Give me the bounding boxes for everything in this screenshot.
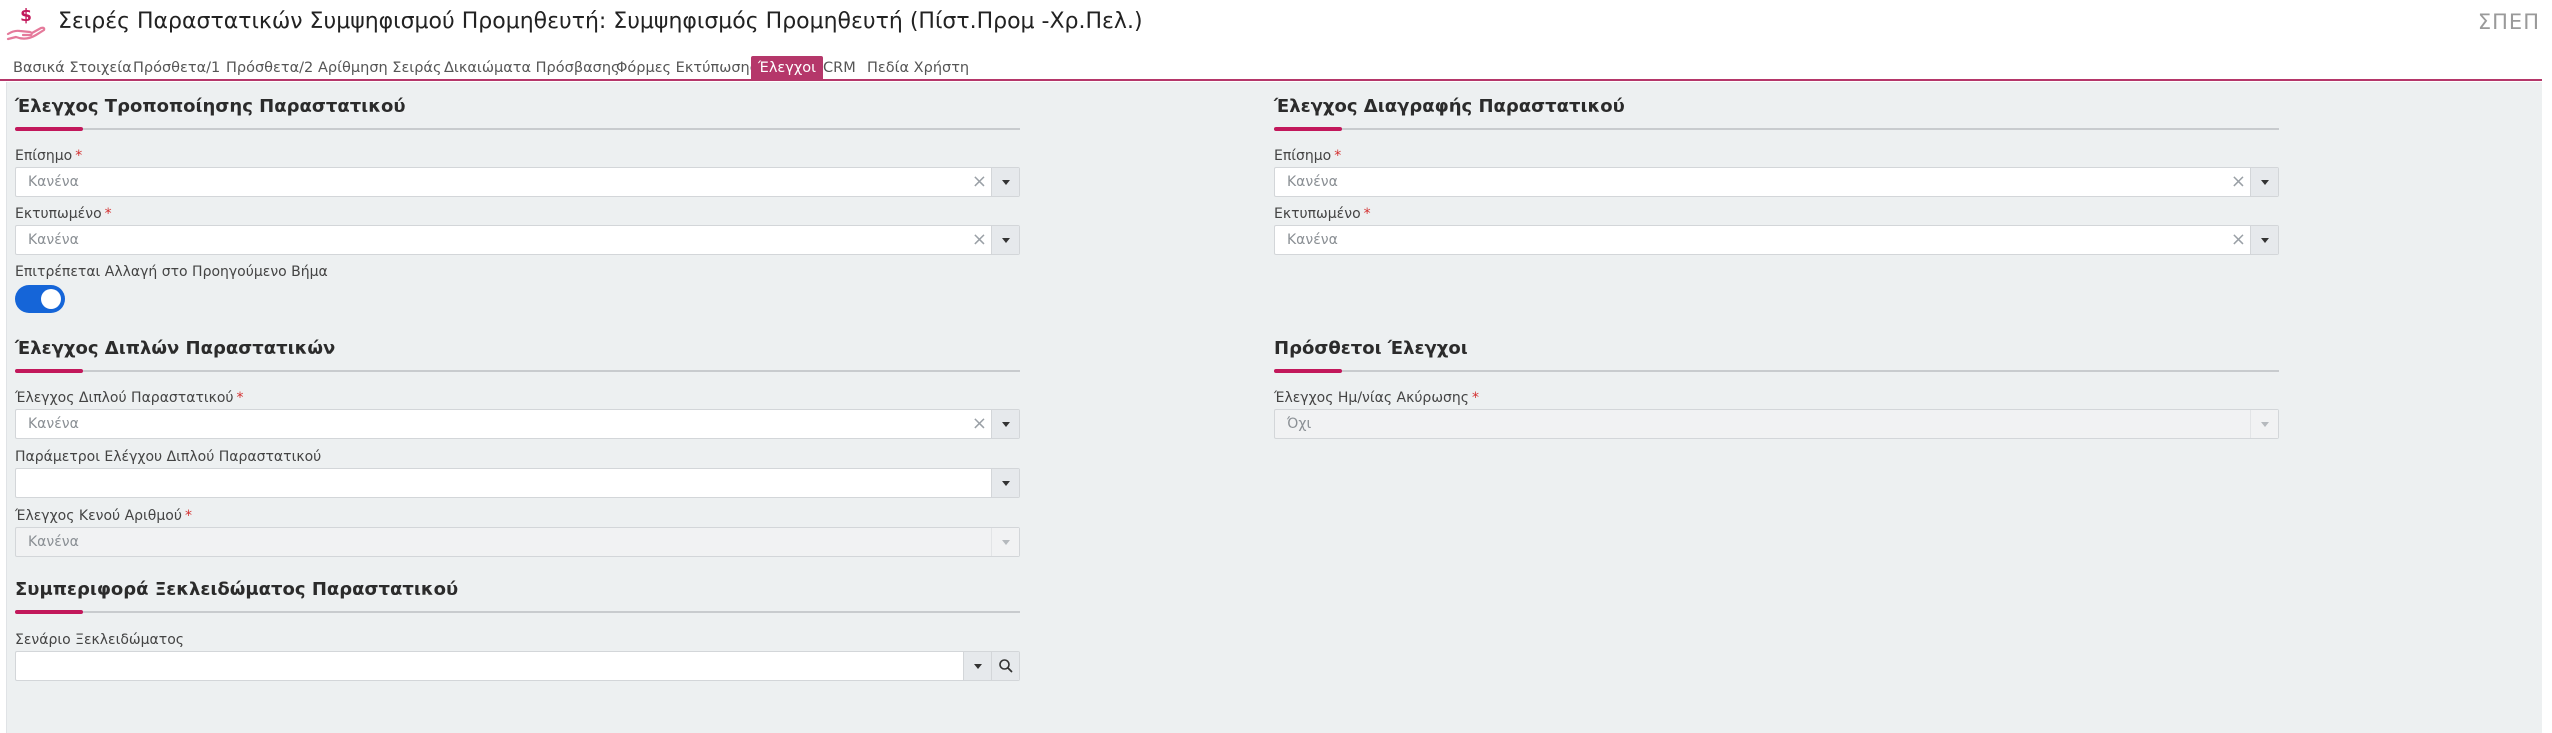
- section-title: Έλεγχος Διαγραφής Παραστατικού: [1274, 96, 1625, 117]
- tab-print-forms[interactable]: Φόρμες Εκτύπωσης: [613, 56, 761, 81]
- required-marker: *: [236, 390, 244, 406]
- section-delete-check: Έλεγχος Διαγραφής Παραστατικού: [1274, 96, 2279, 131]
- tab-access-rights[interactable]: Δικαιώματα Πρόσβασης: [441, 56, 623, 81]
- clear-icon[interactable]: ×: [972, 413, 987, 434]
- org-code: ΣΠΕΠ: [2477, 10, 2540, 34]
- page-header: $ Σειρές Παραστατικών Συμψηφισμού Προμηθ…: [0, 0, 2552, 50]
- required-marker: *: [1472, 390, 1480, 406]
- section-divider: [15, 127, 1020, 131]
- clear-icon[interactable]: ×: [972, 229, 987, 250]
- official-label: Επίσημο *: [1274, 148, 1342, 164]
- hand-dollar-icon: $: [6, 6, 46, 41]
- form-content: Έλεγχος Τροποποίησης Παραστατικού Επίσημ…: [6, 82, 2542, 733]
- allow-prev-step-label: Επιτρέπεται Αλλαγή στο Προηγούμενο Βήμα: [15, 264, 328, 280]
- tab-extra-2[interactable]: Πρόσθετα/2: [223, 56, 316, 81]
- unlock-scenario-select[interactable]: [15, 651, 1020, 681]
- required-marker: *: [1363, 206, 1371, 222]
- allow-prev-step-toggle[interactable]: [15, 285, 65, 313]
- svg-text:$: $: [20, 6, 32, 26]
- delete-official-select[interactable]: Κανένα ×: [1274, 167, 2279, 197]
- section-extra-checks: Πρόσθετοι Έλεγχοι: [1274, 338, 2279, 373]
- dup-check-select[interactable]: Κανένα ×: [15, 409, 1020, 439]
- required-marker: *: [75, 148, 83, 164]
- section-title: Έλεγχος Διπλών Παραστατικών: [15, 338, 336, 359]
- section-divider: [15, 369, 1020, 373]
- printed-label: Εκτυπωμένο *: [15, 206, 112, 222]
- delete-printed-select[interactable]: Κανένα ×: [1274, 225, 2279, 255]
- official-label: Επίσημο *: [15, 148, 83, 164]
- section-divider: [1274, 127, 2279, 131]
- section-duplicate-check: Έλεγχος Διπλών Παραστατικών: [15, 338, 1020, 373]
- chevron-down-icon[interactable]: [991, 226, 1019, 254]
- tab-basic-info[interactable]: Βασικά Στοιχεία: [10, 56, 135, 81]
- chevron-down-icon[interactable]: [991, 410, 1019, 438]
- unlock-scenario-label: Σενάριο Ξεκλειδώματος: [15, 632, 184, 648]
- page-title: Σειρές Παραστατικών Συμψηφισμού Προμηθευ…: [58, 9, 1143, 34]
- chevron-down-icon[interactable]: [963, 652, 991, 680]
- tab-user-fields[interactable]: Πεδία Χρήστη: [864, 56, 972, 81]
- section-title: Έλεγχος Τροποποίησης Παραστατικού: [15, 96, 406, 117]
- chevron-down-icon[interactable]: [2250, 168, 2278, 196]
- section-divider: [1274, 369, 2279, 373]
- chevron-down-icon[interactable]: [991, 528, 1019, 556]
- dup-params-label: Παράμετροι Ελέγχου Διπλού Παραστατικού: [15, 449, 322, 465]
- modify-printed-select[interactable]: Κανένα ×: [15, 225, 1020, 255]
- section-divider: [15, 610, 1020, 614]
- cancel-date-label: Έλεγχος Ημ/νίας Ακύρωσης *: [1274, 390, 1480, 406]
- required-marker: *: [1334, 148, 1342, 164]
- clear-icon[interactable]: ×: [972, 171, 987, 192]
- section-modify-check: Έλεγχος Τροποποίησης Παραστατικού: [15, 96, 1020, 131]
- tab-extra-1[interactable]: Πρόσθετα/1: [130, 56, 223, 81]
- dup-params-select[interactable]: [15, 468, 1020, 498]
- chevron-down-icon[interactable]: [2250, 410, 2278, 438]
- tab-bar: Βασικά Στοιχεία Πρόσθετα/1 Πρόσθετα/2 Αρ…: [0, 54, 2542, 81]
- gap-check-select[interactable]: Κανένα: [15, 527, 1020, 557]
- section-unlock-behaviour: Συμπεριφορά Ξεκλειδώματος Παραστατικού: [15, 579, 1020, 614]
- section-title: Πρόσθετοι Έλεγχοι: [1274, 338, 1468, 359]
- toggle-knob: [41, 289, 61, 309]
- required-marker: *: [104, 206, 112, 222]
- chevron-down-icon[interactable]: [2250, 226, 2278, 254]
- printed-label: Εκτυπωμένο *: [1274, 206, 1371, 222]
- tab-series-numbering[interactable]: Αρίθμηση Σειράς: [315, 56, 444, 81]
- chevron-down-icon[interactable]: [991, 168, 1019, 196]
- search-icon[interactable]: [991, 652, 1019, 680]
- tab-checks[interactable]: Έλεγχοι: [751, 56, 823, 81]
- section-title: Συμπεριφορά Ξεκλειδώματος Παραστατικού: [15, 579, 459, 600]
- tab-crm[interactable]: CRM: [820, 56, 859, 81]
- required-marker: *: [184, 508, 192, 524]
- modify-official-select[interactable]: Κανένα ×: [15, 167, 1020, 197]
- dup-check-label: Έλεγχος Διπλού Παραστατικού *: [15, 390, 244, 406]
- clear-icon[interactable]: ×: [2231, 171, 2246, 192]
- gap-check-label: Έλεγχος Κενού Αριθμού *: [15, 508, 192, 524]
- chevron-down-icon[interactable]: [991, 469, 1019, 497]
- clear-icon[interactable]: ×: [2231, 229, 2246, 250]
- cancel-date-select[interactable]: Όχι: [1274, 409, 2279, 439]
